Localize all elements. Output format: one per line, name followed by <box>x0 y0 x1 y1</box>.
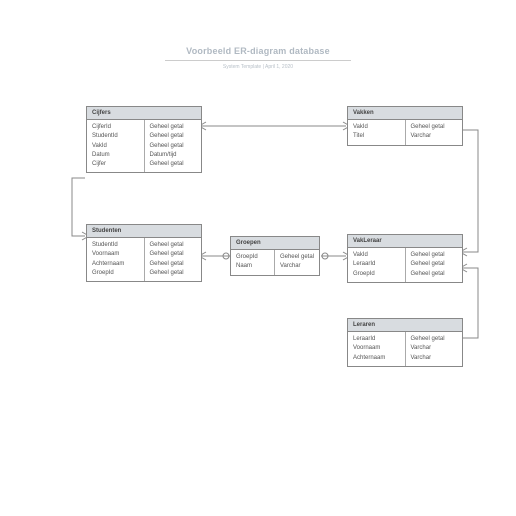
entity-vakleraar-fields: VakId LeraarId GroepId <box>348 248 406 282</box>
entity-vakleraar-title: VakLeraar <box>348 235 462 248</box>
diagram-canvas: Cijfers CijferId StudentId VakId Datum C… <box>0 0 516 516</box>
entity-leraren-types: Geheel getal Varchar Varchar <box>406 332 463 366</box>
entity-studenten-types: Geheel getal Geheel getal Geheel getal G… <box>145 238 202 281</box>
entity-cijfers-types: Geheel getal Geheel getal Geheel getal D… <box>145 120 202 172</box>
entity-leraren-fields: LeraarId Voornaam Achternaam <box>348 332 406 366</box>
entity-groepen-fields: GroepId Naam <box>231 250 275 275</box>
entity-studenten-title: Studenten <box>87 225 201 238</box>
entity-groepen-title: Groepen <box>231 237 319 250</box>
entity-vakken-fields: VakId Titel <box>348 120 406 145</box>
entity-cijfers: Cijfers CijferId StudentId VakId Datum C… <box>86 106 202 173</box>
entity-vakleraar: VakLeraar VakId LeraarId GroepId Geheel … <box>347 234 463 283</box>
entity-studenten-fields: StudentId Voornaam Achternaam GroepId <box>87 238 145 281</box>
entity-vakken-types: Geheel getal Varchar <box>406 120 463 145</box>
entity-leraren: Leraren LeraarId Voornaam Achternaam Geh… <box>347 318 463 367</box>
entity-groepen: Groepen GroepId Naam Geheel getal Varcha… <box>230 236 320 276</box>
entity-leraren-title: Leraren <box>348 319 462 332</box>
entity-cijfers-fields: CijferId StudentId VakId Datum Cijfer <box>87 120 145 172</box>
entity-cijfers-title: Cijfers <box>87 107 201 120</box>
entity-vakken: Vakken VakId Titel Geheel getal Varchar <box>347 106 463 146</box>
entity-vakken-title: Vakken <box>348 107 462 120</box>
entity-groepen-types: Geheel getal Varchar <box>275 250 319 275</box>
entity-studenten: Studenten StudentId Voornaam Achternaam … <box>86 224 202 282</box>
entity-vakleraar-types: Geheel getal Geheel getal Geheel getal <box>406 248 463 282</box>
